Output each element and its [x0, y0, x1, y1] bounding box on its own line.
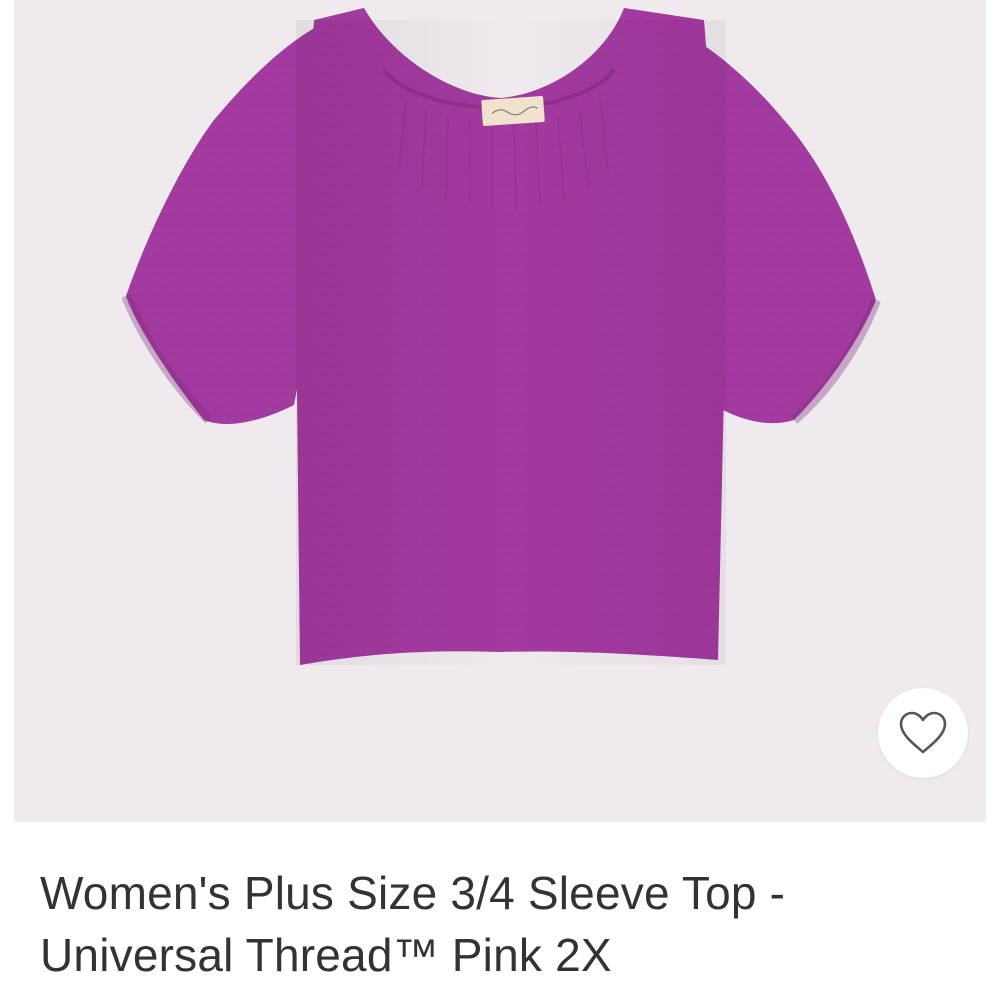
heart-outline-icon [899, 711, 947, 754]
product-image [121, 8, 881, 665]
product-title[interactable]: Women's Plus Size 3/4 Sleeve Top - Unive… [40, 862, 970, 986]
product-image-panel[interactable] [14, 0, 986, 822]
product-page: Women's Plus Size 3/4 Sleeve Top - Unive… [0, 0, 1000, 998]
brand-label [481, 96, 545, 126]
favorite-button[interactable] [878, 688, 968, 778]
